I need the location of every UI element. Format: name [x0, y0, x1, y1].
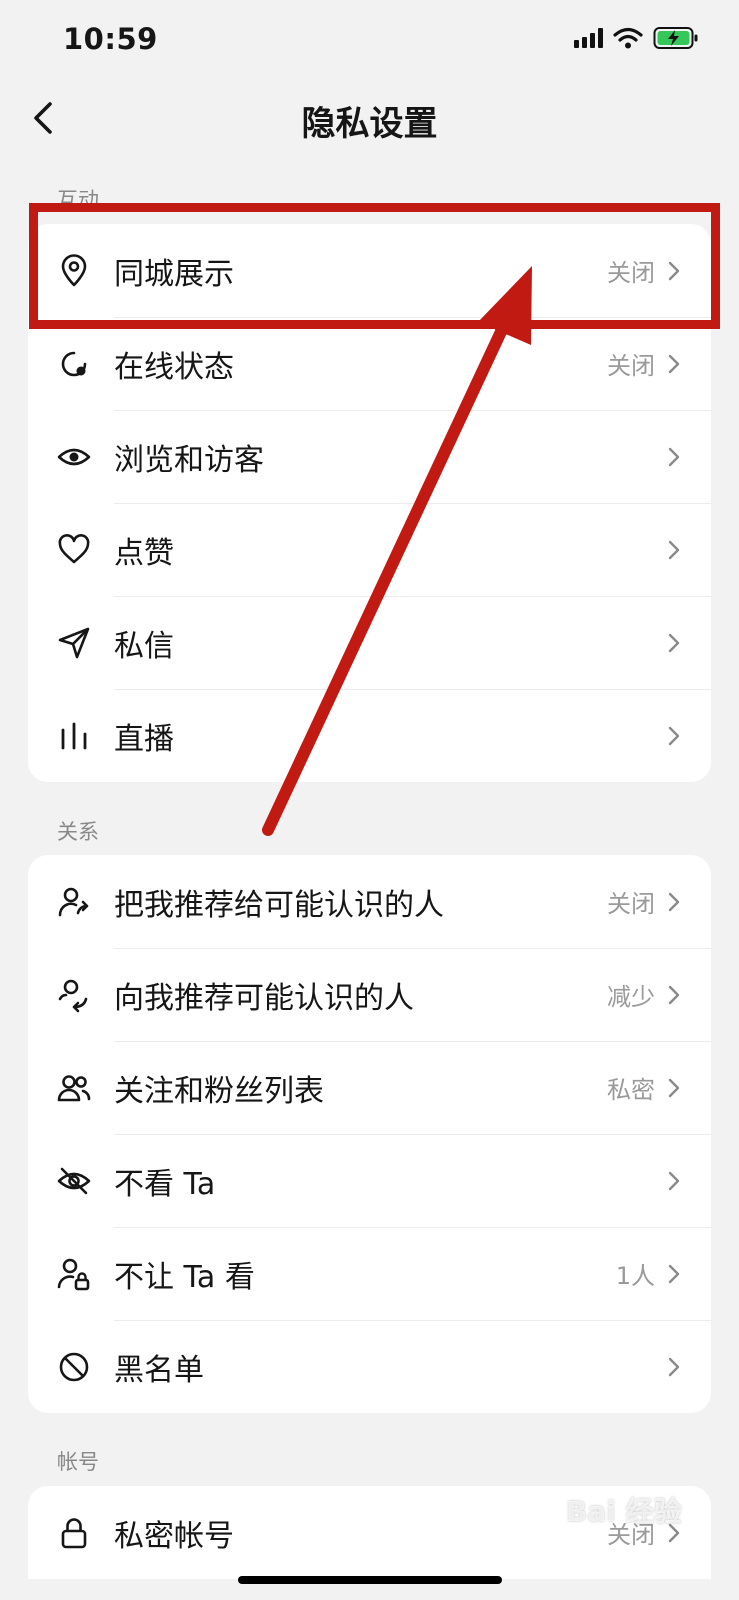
setting-row-blacklist[interactable]: 黑名单: [28, 1320, 711, 1413]
section-label-account: 帐号: [57, 1450, 99, 1474]
setting-row-likes[interactable]: 点赞: [28, 503, 711, 596]
relationship-settings-card: 把我推荐给可能认识的人 关闭 向我推荐可能认识的人 减少 关注和粉丝列表 私密 …: [28, 855, 711, 1413]
chevron-right-icon: [668, 1357, 680, 1376]
setting-row-block-ta-view[interactable]: 不让 Ta 看 1人: [28, 1227, 711, 1320]
status-bar: 10:59: [0, 0, 739, 80]
bars-icon: [61, 722, 87, 749]
setting-value: 关闭: [607, 259, 655, 287]
status-time: 10:59: [63, 22, 158, 56]
setting-row-online-status[interactable]: 在线状态 关闭: [28, 317, 711, 410]
setting-value: 减少: [607, 983, 655, 1011]
setting-label: 私信: [114, 628, 174, 664]
signal-icon: [574, 28, 603, 48]
setting-row-follow-fans-list[interactable]: 关注和粉丝列表 私密: [28, 1041, 711, 1134]
setting-row-nearby-display[interactable]: 同城展示 关闭: [28, 224, 711, 317]
online-status-icon: [61, 351, 87, 376]
eye-icon: [57, 448, 91, 465]
battery-charging-icon: [653, 27, 698, 49]
wifi-icon: [613, 27, 643, 49]
nav-bar: 隐私设置: [0, 84, 739, 156]
setting-label: 不看 Ta: [114, 1166, 216, 1202]
setting-label: 在线状态: [114, 349, 234, 385]
chevron-right-icon: [668, 1078, 680, 1097]
setting-label: 同城展示: [114, 256, 234, 292]
chevron-right-icon: [668, 633, 680, 652]
setting-label: 点赞: [114, 535, 174, 571]
users-icon: [57, 1074, 91, 1101]
user-lock-icon: [57, 1258, 90, 1290]
chevron-right-icon: [668, 1264, 680, 1283]
eye-off-icon: [57, 1167, 91, 1194]
setting-value: 私密: [607, 1076, 655, 1104]
chevron-right-icon: [668, 540, 680, 559]
chevron-right-icon: [668, 354, 680, 373]
setting-row-live[interactable]: 直播: [28, 689, 711, 782]
setting-label: 不让 Ta 看: [114, 1259, 255, 1295]
setting-label: 浏览和访客: [114, 442, 264, 478]
send-icon: [58, 627, 90, 658]
heart-icon: [58, 533, 90, 563]
user-recommend-icon: [58, 979, 88, 1012]
chevron-right-icon: [668, 985, 680, 1004]
lock-icon: [61, 1517, 87, 1548]
setting-label: 向我推荐可能认识的人: [114, 980, 414, 1016]
setting-row-views-visitors[interactable]: 浏览和访客: [28, 410, 711, 503]
chevron-right-icon: [668, 261, 680, 280]
setting-row-hide-ta[interactable]: 不看 Ta: [28, 1134, 711, 1227]
interaction-settings-card: 同城展示 关闭 在线状态 关闭 浏览和访客 点赞 私信 直播: [28, 224, 711, 782]
baidu-watermark: Bai 经验: [566, 1495, 682, 1528]
setting-row-messages[interactable]: 私信: [28, 596, 711, 689]
setting-value: 关闭: [607, 352, 655, 380]
setting-value: 1人: [615, 1262, 655, 1290]
chevron-right-icon: [668, 726, 680, 745]
block-icon: [59, 1352, 89, 1381]
home-indicator[interactable]: [238, 1576, 502, 1584]
setting-row-recommend-me[interactable]: 把我推荐给可能认识的人 关闭: [28, 855, 711, 948]
setting-label: 私密帐号: [114, 1518, 234, 1554]
user-share-icon: [58, 887, 89, 916]
setting-label: 把我推荐给可能认识的人: [114, 887, 444, 923]
setting-value: 关闭: [607, 890, 655, 918]
page-title: 隐私设置: [301, 104, 438, 144]
setting-label: 关注和粉丝列表: [114, 1073, 324, 1109]
setting-row-recommend-to-me[interactable]: 向我推荐可能认识的人 减少: [28, 948, 711, 1041]
section-label-interaction: 互动: [57, 188, 99, 212]
chevron-right-icon: [668, 447, 680, 466]
chevron-right-icon: [668, 1171, 680, 1190]
setting-label: 黑名单: [114, 1352, 204, 1388]
chevron-right-icon: [668, 892, 680, 911]
section-label-relationships: 关系: [57, 820, 99, 844]
setting-label: 直播: [114, 721, 174, 757]
location-pin-icon: [61, 253, 87, 286]
